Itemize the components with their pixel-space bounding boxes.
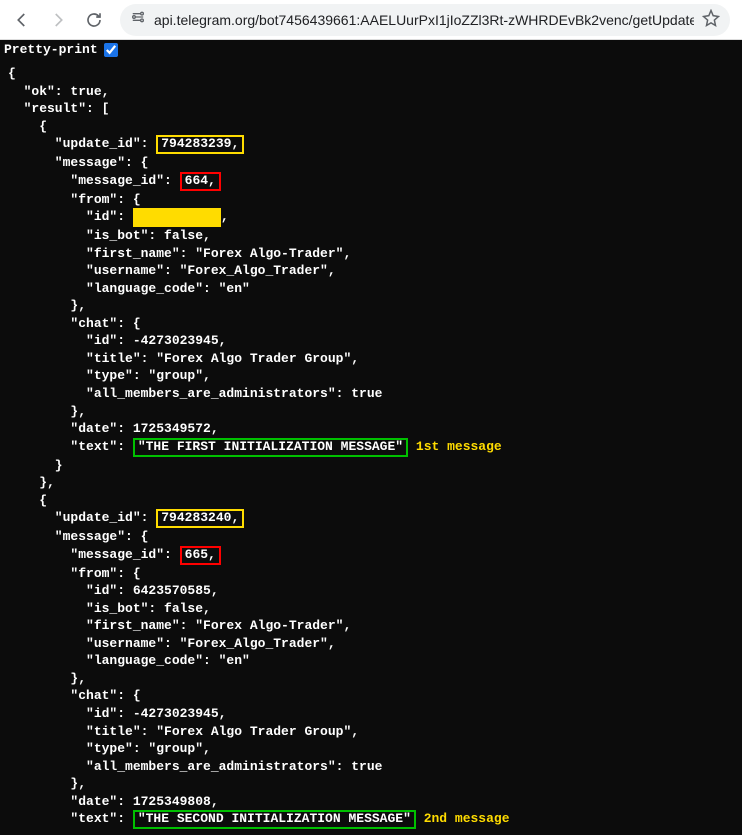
redacted-from-id: 0000000000	[133, 208, 221, 227]
text-0: "THE FIRST INITIALIZATION MESSAGE"	[133, 438, 408, 457]
pretty-print-bar: Pretty-print	[0, 40, 742, 59]
arrow-left-icon	[13, 11, 31, 29]
update-id-0: 794283239,	[156, 135, 244, 154]
star-icon	[702, 9, 720, 27]
first-message-annot: 1st message	[416, 439, 502, 454]
reload-icon	[85, 11, 103, 29]
browser-toolbar: api.telegram.org/bot7456439661:AAELUurPx…	[0, 0, 742, 40]
forward-button[interactable]	[42, 4, 74, 36]
json-body: { "ok": true, "result": [ { "update_id":…	[0, 59, 742, 835]
bookmark-button[interactable]	[702, 9, 720, 30]
url-text: api.telegram.org/bot7456439661:AAELUurPx…	[154, 12, 694, 28]
second-message-annot: 2nd message	[424, 811, 510, 826]
arrow-right-icon	[49, 11, 67, 29]
reload-button[interactable]	[78, 4, 110, 36]
message-id-0: 664,	[180, 172, 221, 191]
text-1: "THE SECOND INITIALIZATION MESSAGE"	[133, 810, 416, 829]
pretty-print-checkbox[interactable]	[104, 43, 118, 57]
pretty-print-label: Pretty-print	[4, 42, 98, 57]
back-button[interactable]	[6, 4, 38, 36]
site-settings-icon[interactable]	[130, 9, 146, 30]
message-id-1: 665,	[180, 546, 221, 565]
url-bar[interactable]: api.telegram.org/bot7456439661:AAELUurPx…	[120, 4, 730, 36]
update-id-1: 794283240,	[156, 509, 244, 528]
